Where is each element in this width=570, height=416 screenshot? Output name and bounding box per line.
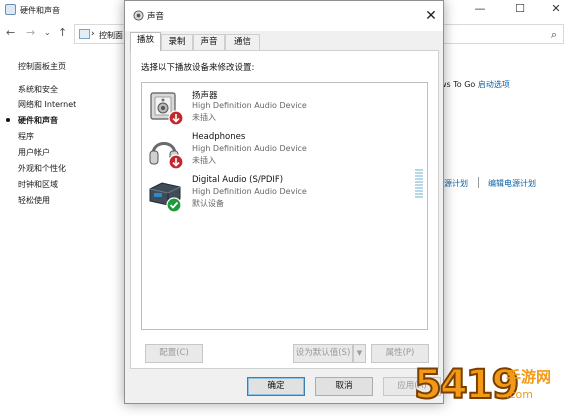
sidebar-item-network[interactable]: 网络和 Internet: [18, 99, 76, 110]
dialog-titlebar: 声音 ✕: [125, 1, 443, 31]
sidebar-item-system-security[interactable]: 系统和安全: [18, 84, 58, 95]
maximize-icon[interactable]: ☐: [508, 2, 532, 16]
control-panel-icon: [5, 4, 16, 15]
control-panel-title: 硬件和声音: [20, 6, 60, 15]
default-check-badge: [166, 197, 182, 213]
device-description: High Definition Audio Device: [192, 144, 307, 153]
set-default-button[interactable]: 设为默认值(S): [293, 344, 353, 363]
list-item[interactable]: Digital Audio (S/PDIF) High Definition A…: [142, 173, 427, 217]
device-name: Digital Audio (S/PDIF): [192, 175, 284, 185]
device-list[interactable]: 扬声器 High Definition Audio Device 未插入 Hea…: [141, 82, 428, 330]
link-separator: [478, 177, 479, 188]
address-bar[interactable]: › 控制面: [74, 24, 128, 44]
tab-communications[interactable]: 通信: [225, 34, 260, 50]
device-status: 未插入: [192, 156, 216, 165]
power-plan-link[interactable]: 源计划: [444, 178, 468, 189]
device-name: 扬声器: [192, 91, 218, 101]
sidebar-item-hardware-sound[interactable]: 硬件和声音: [18, 115, 58, 126]
cancel-button[interactable]: 取消: [315, 377, 373, 396]
tab-recording[interactable]: 录制: [161, 34, 193, 50]
watermark-text: 手游网: [506, 368, 552, 386]
list-item[interactable]: Headphones High Definition Audio Device …: [142, 130, 427, 174]
current-item-bullet: [6, 118, 10, 122]
sidebar-item-appearance[interactable]: 外观和个性化: [18, 163, 66, 174]
device-description: High Definition Audio Device: [192, 101, 307, 110]
tab-sounds[interactable]: 声音: [193, 34, 225, 50]
minimize-icon[interactable]: —: [468, 2, 492, 16]
set-default-dropdown-button[interactable]: ▼: [353, 344, 366, 363]
windows-to-go-text: ws To Go 启动选项: [440, 80, 510, 89]
search-icon: ⌕: [550, 28, 557, 41]
device-name: Headphones: [192, 132, 246, 142]
up-arrow-icon[interactable]: ↑: [58, 26, 67, 39]
sound-dialog: 声音 ✕ 播放 录制 声音 通信 选择以下播放设备来修改设置: 扬声器 High…: [124, 0, 444, 404]
recent-chevron-icon[interactable]: ⌄: [44, 28, 51, 37]
speaker-icon: [150, 92, 184, 126]
forward-arrow-icon[interactable]: →: [26, 26, 35, 39]
configure-button[interactable]: 配置(C): [145, 344, 203, 363]
device-status: 默认设备: [192, 199, 224, 208]
sidebar-item-programs[interactable]: 程序: [18, 131, 34, 142]
search-box[interactable]: ⌕: [440, 24, 564, 44]
close-icon[interactable]: ✕: [544, 2, 568, 16]
speaker-icon: [133, 10, 144, 21]
ok-button[interactable]: 确定: [247, 377, 305, 396]
volume-level-meter: [415, 169, 423, 199]
sidebar-home-link[interactable]: 控制面板主页: [18, 61, 66, 72]
properties-button[interactable]: 属性(P): [371, 344, 429, 363]
list-item[interactable]: 扬声器 High Definition Audio Device 未插入: [142, 87, 427, 131]
address-text: › 控制面: [91, 29, 123, 40]
watermark-logo: 5419 手游网 .com: [413, 361, 570, 416]
close-icon[interactable]: ✕: [421, 6, 441, 26]
headphones-icon: [149, 142, 184, 170]
edit-power-plan-link[interactable]: 编辑电源计划: [488, 178, 536, 189]
sidebar-item-user-accounts[interactable]: 用户帐户: [18, 147, 50, 158]
back-arrow-icon[interactable]: ←: [6, 26, 15, 39]
sidebar-item-clock-region[interactable]: 时钟和区域: [18, 179, 58, 190]
dialog-title: 声音: [147, 12, 165, 22]
device-description: High Definition Audio Device: [192, 187, 307, 196]
device-status: 未插入: [192, 113, 216, 122]
control-panel-icon: [79, 29, 90, 39]
startup-options-link[interactable]: 启动选项: [478, 80, 510, 89]
watermark-number: 5419: [413, 361, 520, 409]
sidebar-item-ease-of-access[interactable]: 轻松使用: [18, 195, 50, 206]
spdif-device-icon: [149, 182, 182, 213]
instruction-label: 选择以下播放设备来修改设置:: [141, 63, 255, 73]
watermark-url: .com: [506, 388, 533, 401]
tab-playback[interactable]: 播放: [130, 32, 161, 51]
playback-panel: 选择以下播放设备来修改设置: 扬声器 High Definition Audio…: [130, 50, 439, 369]
chevron-down-icon: ▼: [356, 349, 363, 357]
